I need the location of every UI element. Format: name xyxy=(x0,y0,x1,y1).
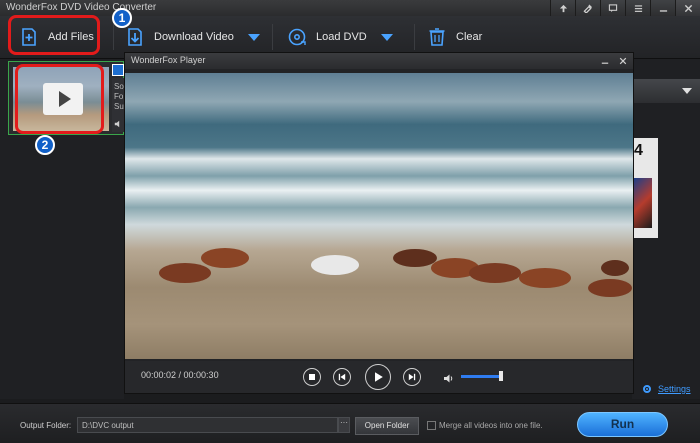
video-frame[interactable] xyxy=(125,73,633,359)
load-dvd-button[interactable]: Load DVD xyxy=(286,22,393,52)
play-button[interactable] xyxy=(365,364,391,390)
settings-label: Settings xyxy=(658,384,691,394)
settings-link[interactable]: Settings xyxy=(642,384,691,394)
player-minimize-icon[interactable] xyxy=(597,53,613,69)
play-icon xyxy=(375,372,383,382)
toolbar-divider xyxy=(113,24,114,50)
gear-icon xyxy=(643,385,651,393)
step-badge-2: 2 xyxy=(35,135,55,155)
browse-folder-button[interactable]: ··· xyxy=(338,417,350,433)
download-icon xyxy=(124,26,146,48)
add-files-highlight xyxy=(8,15,100,55)
skip-back-icon xyxy=(338,373,346,381)
download-video-label: Download Video xyxy=(154,31,234,43)
close-icon[interactable] xyxy=(675,0,700,16)
format-preview-image: 4 xyxy=(632,138,658,238)
stop-icon xyxy=(309,374,315,380)
format-preview-art xyxy=(634,178,652,228)
player-controls: 00:00:02 / 00:00:30 xyxy=(125,361,633,393)
tools-icon[interactable] xyxy=(575,0,600,16)
step-badge-1: 1 xyxy=(112,8,132,28)
merge-checkbox[interactable] xyxy=(427,421,436,430)
dvd-icon xyxy=(286,26,308,48)
chevron-down-icon[interactable] xyxy=(380,33,393,41)
load-dvd-label: Load DVD xyxy=(316,31,367,43)
upload-icon[interactable] xyxy=(550,0,575,16)
play-thumbnail-highlight xyxy=(15,64,104,134)
title-bar: WonderFox DVD Video Converter xyxy=(0,0,700,17)
download-video-button[interactable]: Download Video xyxy=(124,22,260,52)
output-folder-label: Output Folder: xyxy=(20,421,72,430)
toolbar-divider xyxy=(414,24,415,50)
app-title: WonderFox DVD Video Converter xyxy=(6,2,157,13)
open-folder-button[interactable]: Open Folder xyxy=(355,417,419,435)
merge-label: Merge all videos into one file. xyxy=(439,421,543,430)
chevron-down-icon[interactable] xyxy=(247,33,260,41)
volume-slider-handle[interactable] xyxy=(499,371,503,381)
previous-button[interactable] xyxy=(333,368,351,386)
player-close-icon[interactable] xyxy=(615,53,631,69)
volume-icon[interactable] xyxy=(443,371,455,389)
file-info-line: Fo xyxy=(114,92,124,101)
next-button[interactable] xyxy=(403,368,421,386)
playback-time: 00:00:02 / 00:00:30 xyxy=(141,370,219,380)
chat-icon[interactable] xyxy=(600,0,625,16)
window-controls xyxy=(550,0,700,16)
output-format-dropdown[interactable] xyxy=(632,79,700,103)
speaker-icon[interactable] xyxy=(114,120,122,130)
skip-forward-icon xyxy=(408,373,416,381)
file-info-line: So xyxy=(114,82,124,91)
toolbar-divider xyxy=(272,24,273,50)
minimize-icon[interactable] xyxy=(650,0,675,16)
run-button[interactable]: Run xyxy=(577,412,668,437)
bottom-bar: Output Folder: D:\DVC output ··· Open Fo… xyxy=(0,403,700,443)
file-info-line: Su xyxy=(114,102,124,111)
stop-button[interactable] xyxy=(303,368,321,386)
file-select-checkbox[interactable] xyxy=(112,64,124,76)
volume-slider[interactable] xyxy=(461,375,501,378)
player-title-bar: WonderFox Player xyxy=(125,53,633,69)
chevron-down-icon xyxy=(682,88,692,94)
clear-label: Clear xyxy=(456,31,483,43)
clear-button[interactable]: Clear xyxy=(426,22,482,52)
player-title: WonderFox Player xyxy=(131,55,206,65)
format-preview-text: 4 xyxy=(634,142,643,159)
player-window: WonderFox Player 00:00:02 / 00:00:30 xyxy=(124,52,634,394)
menu-icon[interactable] xyxy=(625,0,650,16)
trash-icon xyxy=(426,26,448,48)
output-folder-field[interactable]: D:\DVC output xyxy=(77,417,338,433)
horses-scene xyxy=(159,248,632,297)
